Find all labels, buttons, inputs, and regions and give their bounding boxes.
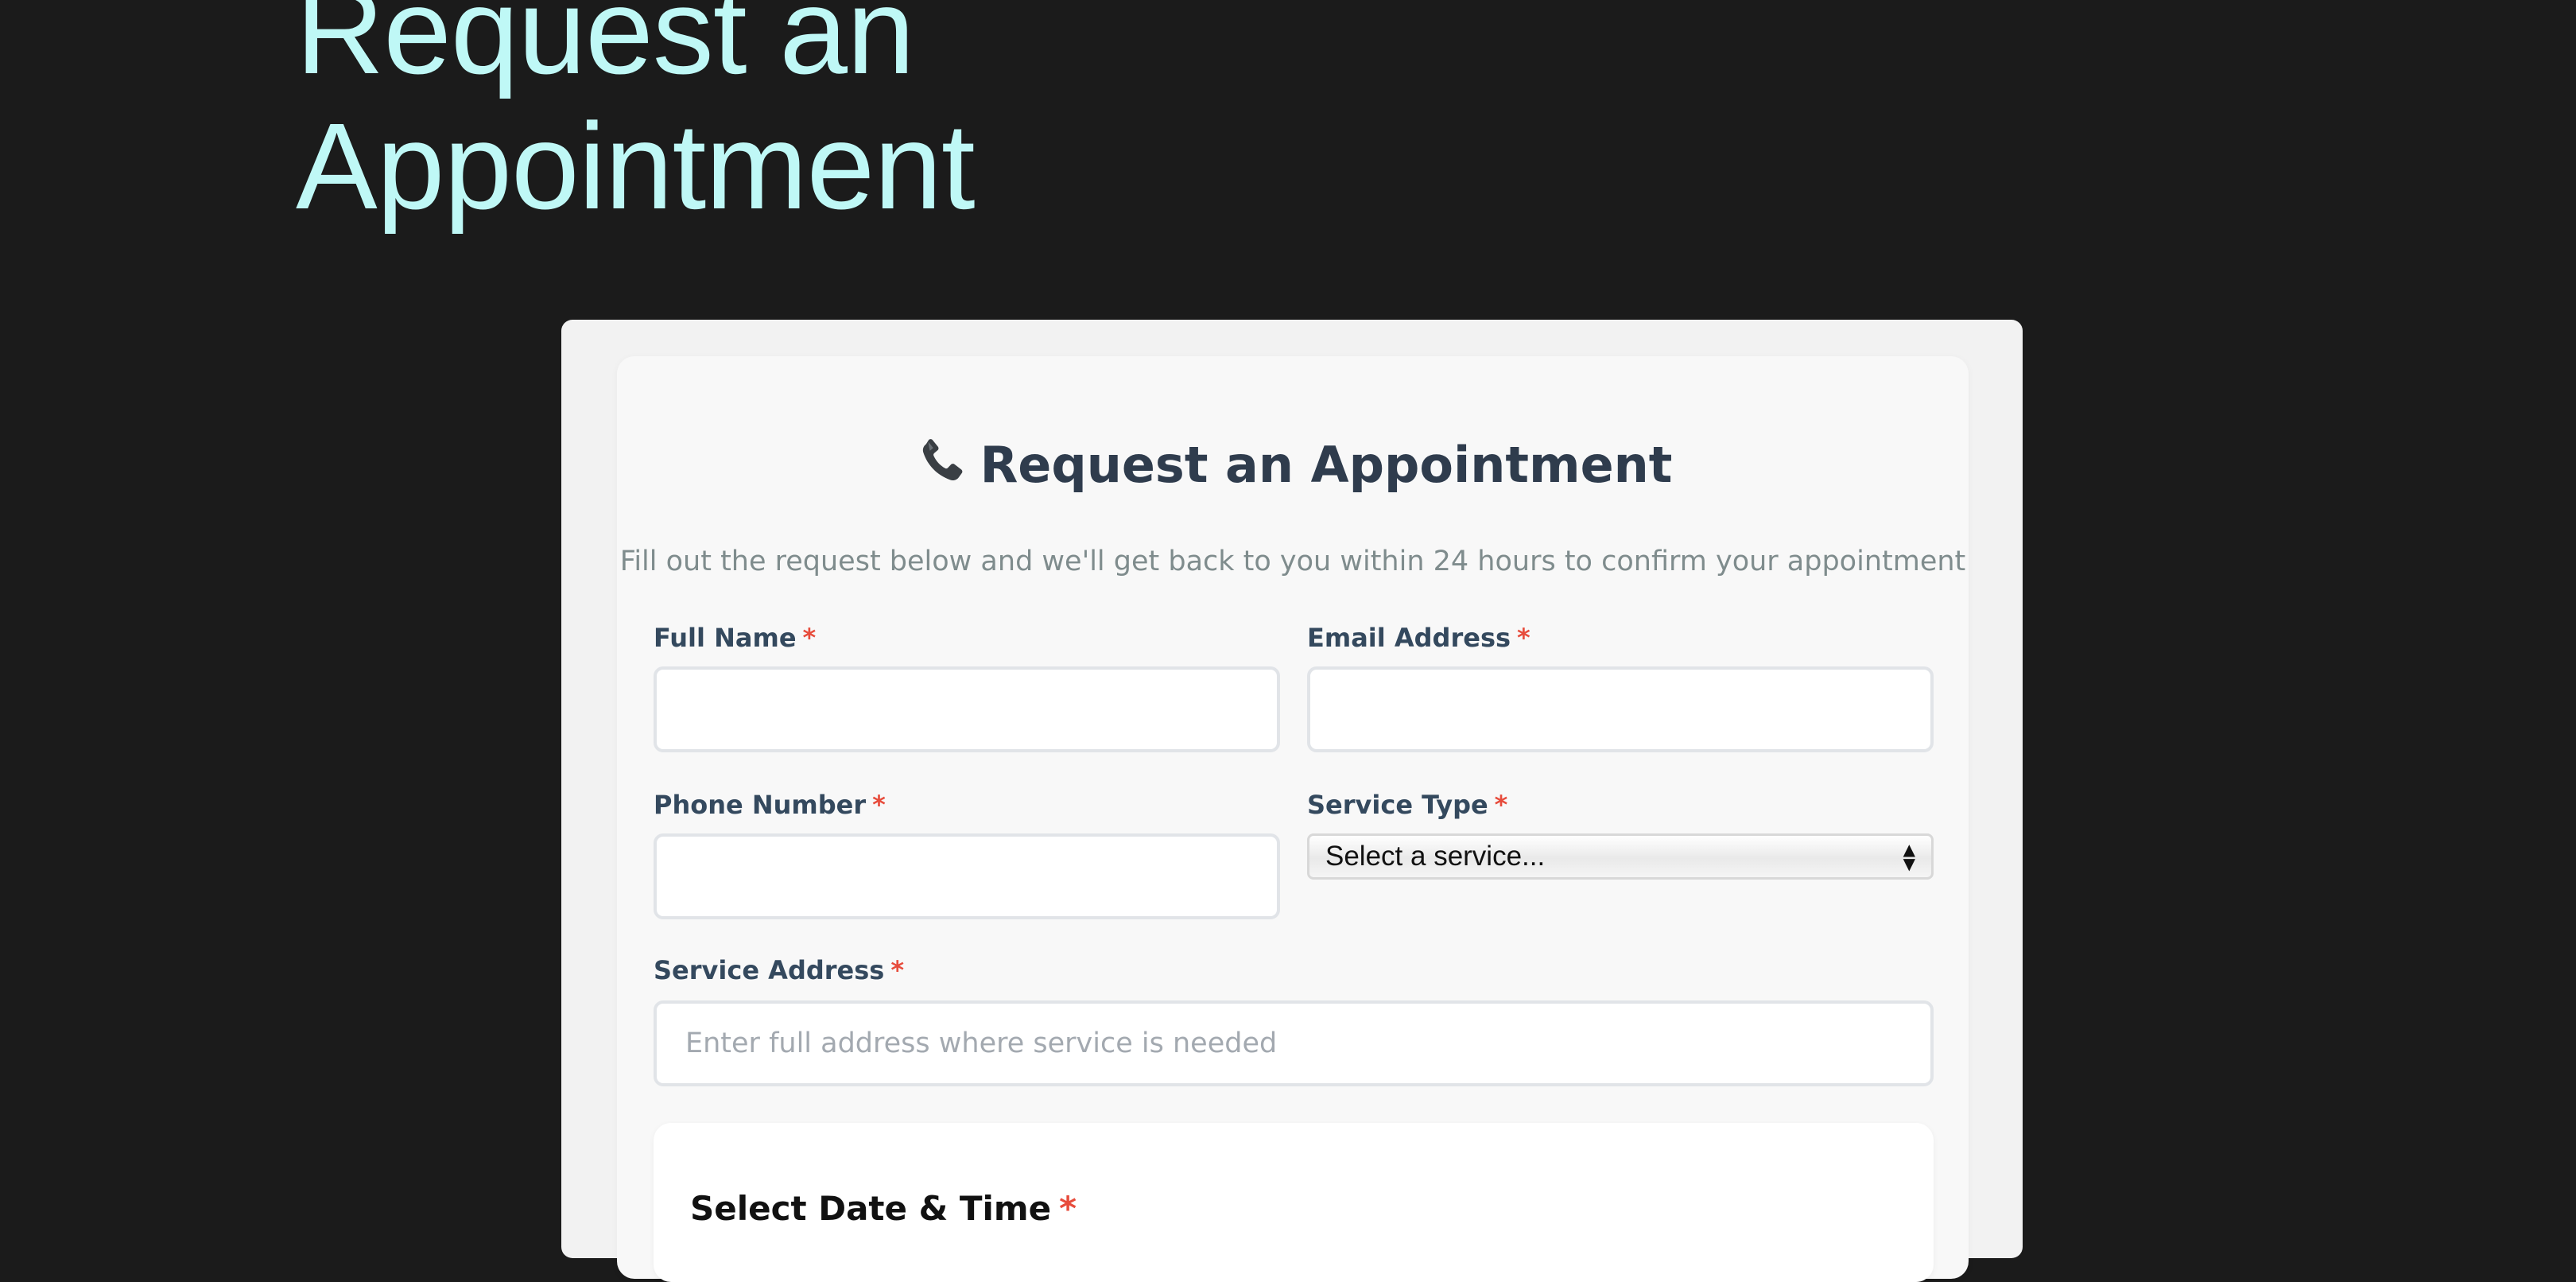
form-subtitle: Fill out the request below and we'll get… [619,546,1966,577]
required-marker: * [890,955,905,985]
required-marker: * [872,790,886,820]
date-time-section: Select Date & Time * [654,1123,1934,1282]
form-heading-text: Request an Appointment [980,436,1673,494]
date-time-heading: Select Date & Time * [690,1188,1077,1230]
phone-input[interactable] [654,833,1280,919]
service-type-selected-value: Select a service... [1325,841,1546,872]
date-time-heading-text: Select Date & Time [690,1189,1052,1228]
select-arrows-icon: ▲ ▼ [1903,840,1915,873]
form-container: Request an Appointment Fill out the requ… [561,320,2023,1282]
required-marker: * [1517,623,1530,653]
required-marker: * [1059,1189,1077,1228]
email-label-text: Email Address [1307,623,1511,653]
phone-label-text: Phone Number [654,790,867,820]
service-type-label-text: Service Type [1307,790,1488,820]
appointment-form: Request an Appointment Fill out the requ… [617,356,1969,1282]
email-label: Email Address * [1307,622,1530,654]
phone-icon [914,434,969,490]
full-name-input[interactable] [654,666,1280,752]
service-type-label: Service Type * [1307,789,1507,821]
full-name-label: Full Name * [654,622,816,654]
phone-label: Phone Number * [654,789,886,821]
required-marker: * [1494,790,1508,820]
full-name-label-text: Full Name [654,623,797,653]
service-address-label: Service Address * [654,954,904,986]
required-marker: * [802,623,817,653]
service-address-input[interactable] [654,1000,1934,1086]
service-type-select[interactable]: Select a service... ▲ ▼ [1307,833,1934,880]
form-heading: Request an Appointment [617,434,1969,495]
email-input[interactable] [1307,666,1934,752]
service-address-label-text: Service Address [654,955,885,985]
page-hero-title: Request an Appointment [296,0,976,235]
